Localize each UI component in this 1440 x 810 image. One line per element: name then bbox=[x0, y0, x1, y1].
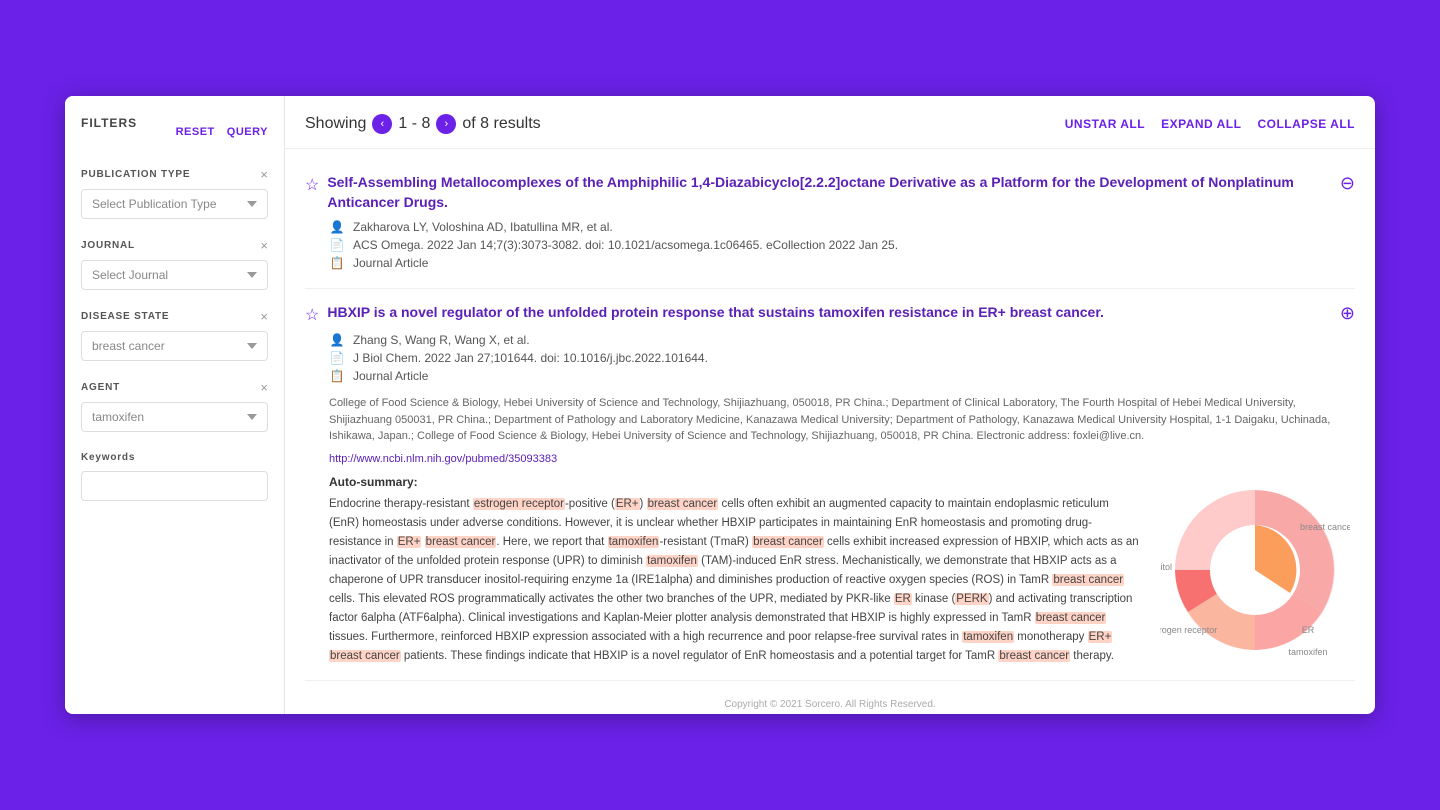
publication-type-label: PUBLICATION TYPE bbox=[81, 169, 190, 180]
agent-filter: AGENT × tamoxifen bbox=[81, 381, 268, 432]
type-text: Journal Article bbox=[353, 369, 428, 383]
article-link[interactable]: http://www.ncbi.nlm.nih.gov/pubmed/35093… bbox=[329, 453, 1355, 465]
publication-type-select[interactable]: Select Publication Type bbox=[81, 189, 268, 219]
main-content: Showing ‹ 1 - 8 › of 8 results UNSTAR AL… bbox=[285, 96, 1375, 713]
collapse-button[interactable]: ⊖ bbox=[1340, 173, 1355, 194]
type-text: Journal Article bbox=[353, 256, 428, 270]
result-title[interactable]: Self-Assembling Metallocomplexes of the … bbox=[327, 173, 1324, 212]
journal-icon: 📄 bbox=[329, 351, 345, 365]
result-meta: 👤 Zhang S, Wang R, Wang X, et al. 📄 J Bi… bbox=[329, 333, 1355, 383]
agent-label: AGENT bbox=[81, 382, 120, 393]
next-page-button[interactable]: › bbox=[436, 114, 456, 134]
highlight-breast-cancer-7: breast cancer bbox=[998, 650, 1070, 662]
top-bar: Showing ‹ 1 - 8 › of 8 results UNSTAR AL… bbox=[285, 96, 1375, 149]
svg-text:ER: ER bbox=[1302, 625, 1315, 635]
keywords-filter: Keywords bbox=[81, 452, 268, 501]
showing-info: Showing ‹ 1 - 8 › of 8 results bbox=[305, 114, 541, 134]
chart-column: breast cancer ER estrogen receptor inosi… bbox=[1155, 475, 1355, 665]
highlight-tamoxifen-2: tamoxifen bbox=[646, 555, 698, 567]
disease-state-select[interactable]: breast cancer bbox=[81, 331, 268, 361]
journal-text: ACS Omega. 2022 Jan 14;7(3):3073-3082. d… bbox=[353, 238, 898, 252]
author-icon: 👤 bbox=[329, 220, 345, 234]
showing-label: Showing bbox=[305, 115, 366, 133]
disease-state-filter: DISEASE STATE × breast cancer bbox=[81, 310, 268, 361]
highlight-er-plus: ER+ bbox=[615, 498, 640, 510]
copyright-text: Copyright © 2021 Sorcero. All Rights Res… bbox=[724, 699, 935, 710]
unstar-all-button[interactable]: UNSTAR ALL bbox=[1065, 117, 1145, 131]
star-icon[interactable]: ☆ bbox=[305, 175, 319, 195]
authors-text: Zakharova LY, Voloshina AD, Ibatullina M… bbox=[353, 220, 613, 234]
highlight-er-plus-2: ER+ bbox=[397, 536, 422, 548]
total-results: of 8 results bbox=[462, 115, 540, 133]
type-icon: 📋 bbox=[329, 256, 345, 270]
collapse-button[interactable]: ⊕ bbox=[1340, 303, 1355, 324]
auto-summary-title: Auto-summary: bbox=[329, 475, 1139, 489]
svg-text:breast cancer: breast cancer bbox=[1300, 522, 1350, 532]
highlight-er-plus-3: ER+ bbox=[1088, 631, 1113, 643]
highlight-breast-cancer-5: breast cancer bbox=[1035, 612, 1107, 624]
sidebar: FILTERS RESET QUERY PUBLICATION TYPE × S… bbox=[65, 96, 285, 713]
collapse-all-button[interactable]: COLLAPSE ALL bbox=[1257, 117, 1355, 131]
author-icon: 👤 bbox=[329, 333, 345, 347]
table-row: ☆ Self-Assembling Metallocomplexes of th… bbox=[305, 159, 1355, 289]
reset-button[interactable]: RESET bbox=[176, 126, 215, 138]
query-button[interactable]: QUERY bbox=[227, 126, 268, 138]
prev-page-button[interactable]: ‹ bbox=[372, 114, 392, 134]
journal-close[interactable]: × bbox=[260, 239, 268, 252]
disease-state-label: DISEASE STATE bbox=[81, 311, 169, 322]
journal-icon: 📄 bbox=[329, 238, 345, 252]
publication-type-close[interactable]: × bbox=[260, 168, 268, 181]
top-bar-actions: UNSTAR ALL EXPAND ALL COLLAPSE ALL bbox=[1065, 117, 1355, 131]
result-meta: 👤 Zakharova LY, Voloshina AD, Ibatullina… bbox=[329, 220, 1355, 270]
highlight-breast-cancer-1: breast cancer bbox=[647, 498, 719, 510]
journal-select[interactable]: Select Journal bbox=[81, 260, 268, 290]
keyword-chart: breast cancer ER estrogen receptor inosi… bbox=[1160, 475, 1350, 665]
svg-text:estrogen receptor: estrogen receptor bbox=[1160, 625, 1217, 635]
agent-select[interactable]: tamoxifen bbox=[81, 402, 268, 432]
disease-state-close[interactable]: × bbox=[260, 310, 268, 323]
svg-text:inositol: inositol bbox=[1160, 562, 1172, 572]
journal-label: JOURNAL bbox=[81, 240, 135, 251]
highlight-breast-cancer-3: breast cancer bbox=[752, 536, 824, 548]
highlight-er-kinase: ER bbox=[894, 593, 912, 605]
page-range: 1 - 8 bbox=[398, 115, 430, 133]
journal-filter: JOURNAL × Select Journal bbox=[81, 239, 268, 290]
authors-text: Zhang S, Wang R, Wang X, et al. bbox=[353, 333, 530, 347]
highlight-perk: PERK bbox=[955, 593, 988, 605]
results-list: ☆ Self-Assembling Metallocomplexes of th… bbox=[285, 149, 1375, 690]
expand-all-button[interactable]: EXPAND ALL bbox=[1161, 117, 1241, 131]
auto-summary-text: Endocrine therapy-resistant estrogen rec… bbox=[329, 495, 1139, 666]
keywords-label: Keywords bbox=[81, 452, 268, 463]
article-expanded: College of Food Science & Biology, Hebei… bbox=[329, 395, 1355, 665]
copyright-bar: Copyright © 2021 Sorcero. All Rights Res… bbox=[285, 691, 1375, 714]
publication-type-filter: PUBLICATION TYPE × Select Publication Ty… bbox=[81, 168, 268, 219]
table-row: ☆ HBXIP is a novel regulator of the unfo… bbox=[305, 289, 1355, 680]
result-title[interactable]: HBXIP is a novel regulator of the unfold… bbox=[327, 303, 1324, 323]
svg-text:tamoxifen: tamoxifen bbox=[1288, 647, 1327, 657]
agent-close[interactable]: × bbox=[260, 381, 268, 394]
affiliation-text: College of Food Science & Biology, Hebei… bbox=[329, 395, 1355, 445]
journal-text: J Biol Chem. 2022 Jan 27;101644. doi: 10… bbox=[353, 351, 708, 365]
highlight-breast-cancer-2: breast cancer bbox=[425, 536, 497, 548]
highlight-breast-cancer-4: breast cancer bbox=[1052, 574, 1124, 586]
highlight-tamoxifen-3: tamoxifen bbox=[962, 631, 1014, 643]
sidebar-title: FILTERS bbox=[81, 116, 137, 130]
highlight-tamoxifen-1: tamoxifen bbox=[608, 536, 660, 548]
highlight-breast-cancer-6: breast cancer bbox=[329, 650, 401, 662]
type-icon: 📋 bbox=[329, 369, 345, 383]
star-icon[interactable]: ☆ bbox=[305, 305, 319, 325]
highlight-estrogen-receptor: estrogen receptor bbox=[473, 498, 565, 510]
keywords-input[interactable] bbox=[81, 471, 268, 501]
